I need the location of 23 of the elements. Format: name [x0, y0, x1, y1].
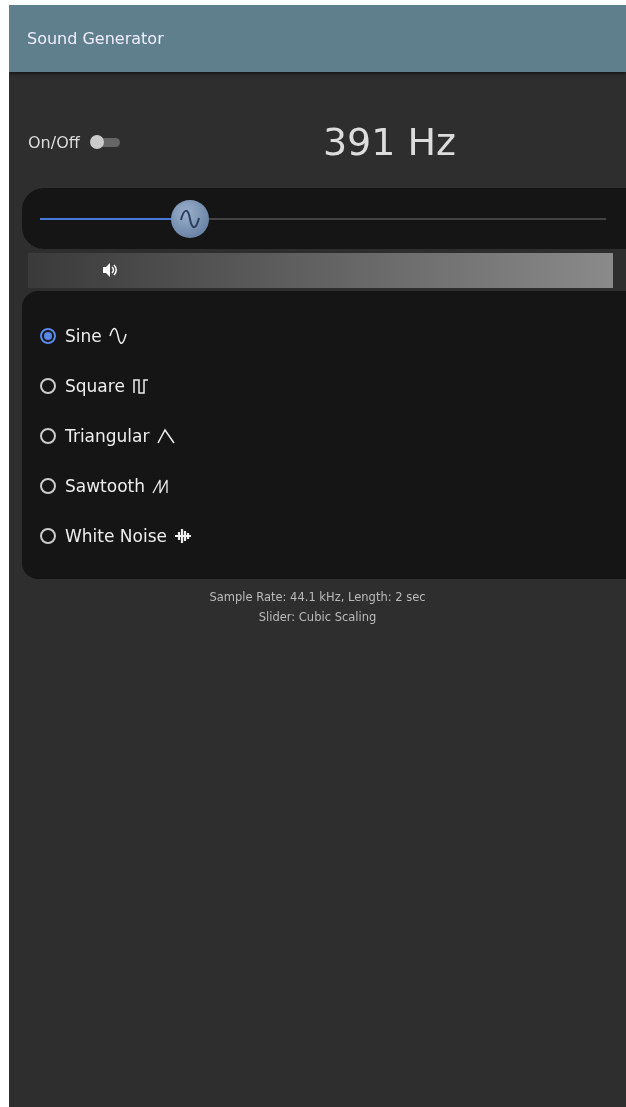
- info-text: Sample Rate: 44.1 kHz, Length: 2 sec: [209, 589, 426, 606]
- triangle-wave-icon: [155, 426, 176, 446]
- waveform-option[interactable]: White Noise: [40, 511, 193, 561]
- noise-wave-icon: [173, 526, 193, 546]
- sine-wave-icon: [107, 326, 128, 346]
- waveform-option[interactable]: Sawtooth: [40, 461, 172, 511]
- speaker-icon[interactable]: [101, 262, 118, 278]
- volume-slider[interactable]: [28, 253, 613, 288]
- info-text: Slider: Cubic Scaling: [258, 609, 377, 626]
- slider-thumb[interactable]: [171, 199, 209, 238]
- power-toggle[interactable]: [89, 135, 120, 149]
- frequency-reading: 391 Hz: [321, 120, 458, 164]
- radio-button[interactable]: [40, 328, 56, 344]
- square-wave-icon: [130, 376, 151, 396]
- radio-button[interactable]: [40, 428, 56, 444]
- radio-button[interactable]: [40, 528, 56, 544]
- radio-button[interactable]: [40, 478, 56, 494]
- radio-button[interactable]: [40, 378, 56, 394]
- waveform-option[interactable]: Square: [40, 361, 151, 411]
- window-title: Sound Generator: [27, 29, 164, 48]
- toggle-label: On/Off: [28, 132, 80, 152]
- waveform-option[interactable]: Sine: [40, 311, 128, 361]
- waveform-option[interactable]: Triangular: [40, 411, 176, 461]
